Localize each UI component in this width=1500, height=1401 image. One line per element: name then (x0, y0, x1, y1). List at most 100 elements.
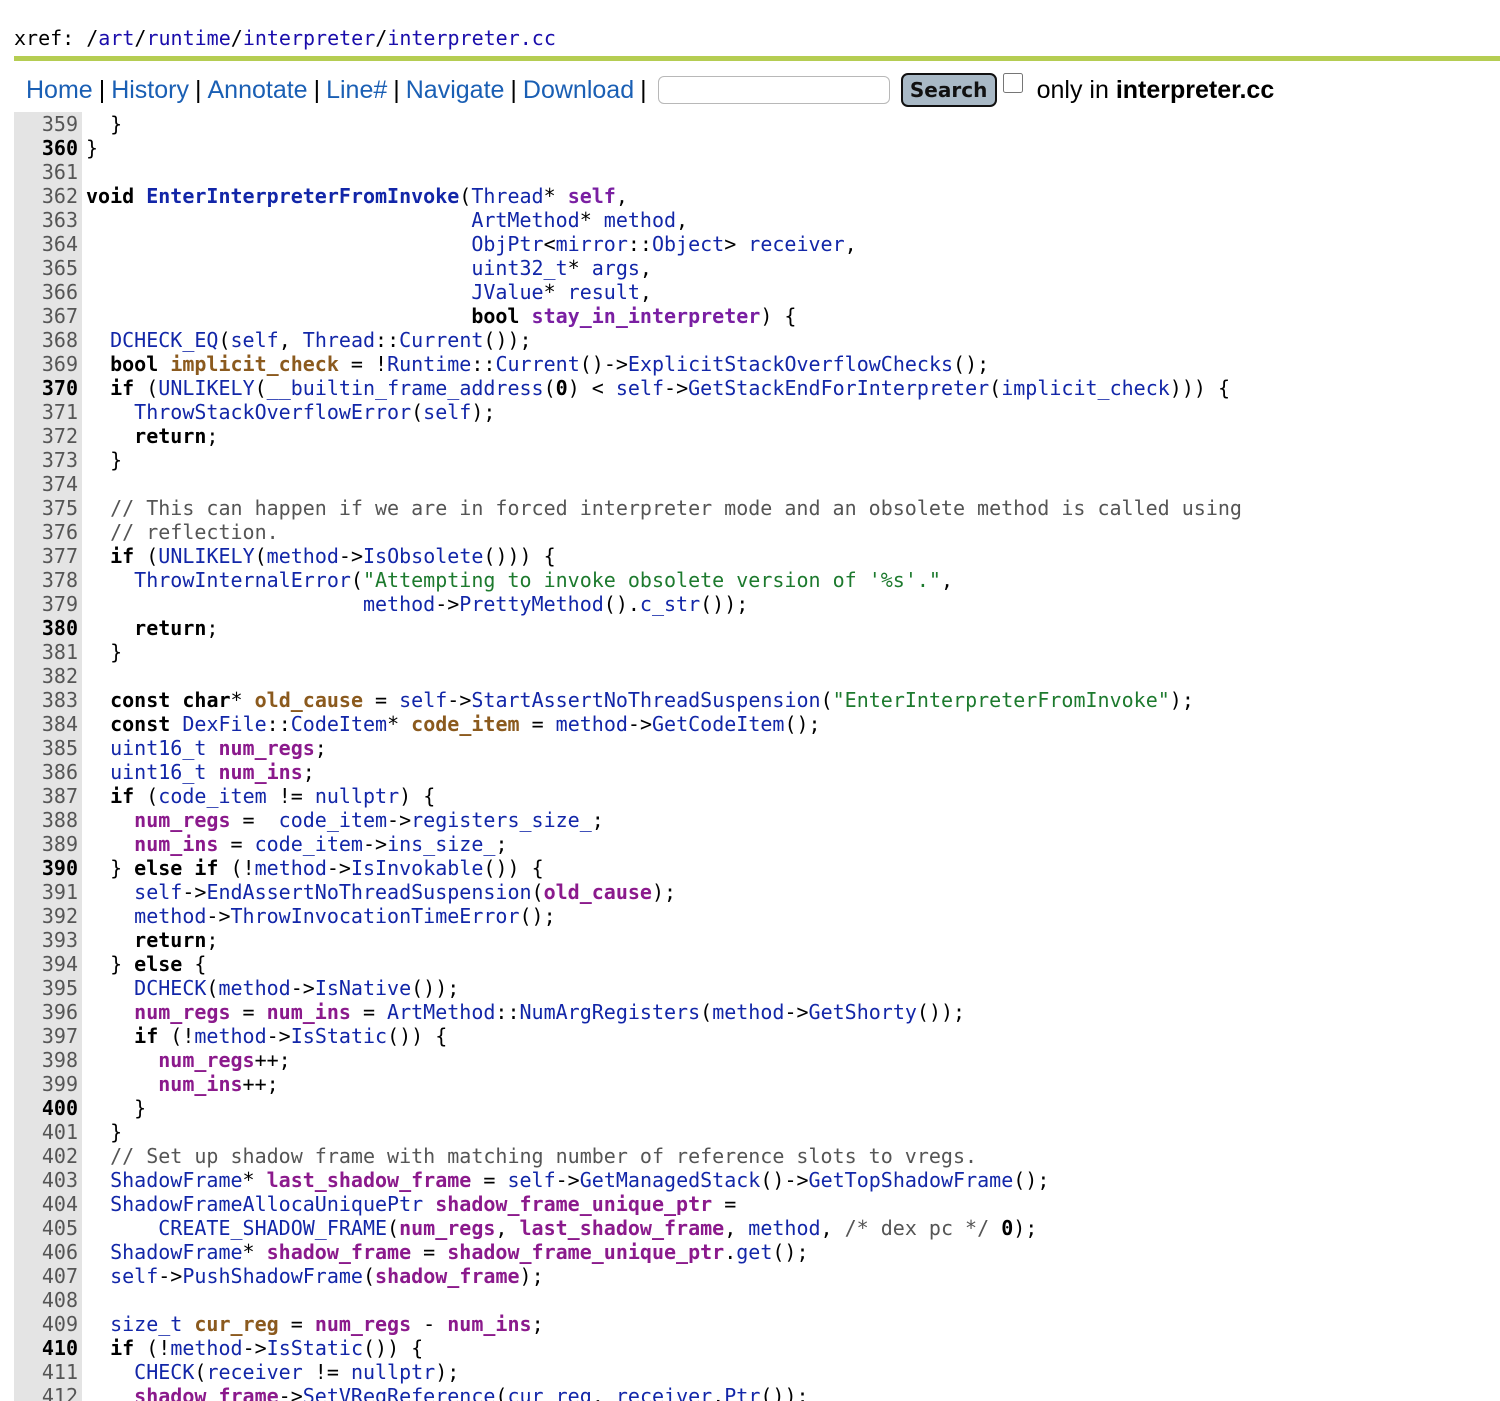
code-text: num_regs++; (158, 1048, 291, 1072)
line-number[interactable]: 387 (14, 784, 82, 808)
code-text: } (86, 448, 123, 472)
line-number[interactable]: 386 (14, 760, 82, 784)
line-number[interactable]: 383 (14, 688, 82, 712)
code-line: 388 num_regs = code_item->registers_size… (14, 808, 1500, 832)
line-number[interactable]: 369 (14, 352, 82, 376)
line-number[interactable]: 404 (14, 1192, 82, 1216)
xref-path-link[interactable]: art (98, 26, 134, 50)
code-line: 371 ThrowStackOverflowError(self); (14, 400, 1500, 424)
line-number[interactable]: 397 (14, 1024, 82, 1048)
line-number[interactable]: 366 (14, 280, 82, 304)
only-in-file-checkbox[interactable] (1002, 73, 1023, 93)
line-number[interactable]: 362 (14, 184, 82, 208)
xref-separator: / (230, 26, 243, 50)
line-number[interactable]: 407 (14, 1264, 82, 1288)
code-text: // Set up shadow frame with matching num… (110, 1144, 978, 1168)
line-number[interactable]: 403 (14, 1168, 82, 1192)
nav-separator: | (393, 75, 400, 104)
line-number[interactable]: 391 (14, 880, 82, 904)
nav-link-home[interactable]: Home (26, 76, 93, 104)
line-number[interactable]: 382 (14, 664, 82, 688)
line-number[interactable]: 411 (14, 1360, 82, 1384)
xref-path-link[interactable]: interpreter.cc (387, 26, 556, 50)
line-number[interactable]: 376 (14, 520, 82, 544)
nav-link-annotate[interactable]: Annotate (207, 76, 307, 104)
line-number[interactable]: 370 (14, 376, 82, 400)
line-number[interactable]: 363 (14, 208, 82, 232)
line-number[interactable]: 399 (14, 1072, 82, 1096)
code-line: 396 num_regs = num_ins = ArtMethod::NumA… (14, 1000, 1500, 1024)
code-text: if (UNLIKELY(__builtin_frame_address(0) … (110, 376, 1231, 400)
code-line: 400 } (14, 1096, 1500, 1120)
line-number[interactable]: 396 (14, 1000, 82, 1024)
line-number[interactable]: 381 (14, 640, 82, 664)
line-number[interactable]: 373 (14, 448, 82, 472)
code-text: } else { (86, 952, 207, 976)
line-number[interactable]: 395 (14, 976, 82, 1000)
line-number[interactable]: 390 (14, 856, 82, 880)
line-number[interactable]: 412 (14, 1384, 82, 1401)
line-number[interactable]: 410 (14, 1336, 82, 1360)
code-line: 404 ShadowFrameAllocaUniquePtr shadow_fr… (14, 1192, 1500, 1216)
line-number[interactable]: 408 (14, 1288, 82, 1312)
code-line: 385 uint16_t num_regs; (14, 736, 1500, 760)
line-number[interactable]: 368 (14, 328, 82, 352)
code-text: num_regs = code_item->registers_size_; (134, 808, 604, 832)
code-text: uint16_t num_regs; (110, 736, 327, 760)
line-number[interactable]: 398 (14, 1048, 82, 1072)
line-number[interactable]: 393 (14, 928, 82, 952)
line-number[interactable]: 374 (14, 472, 82, 496)
line-number[interactable]: 409 (14, 1312, 82, 1336)
line-number[interactable]: 394 (14, 952, 82, 976)
code-line: 365 uint32_t* args, (14, 256, 1500, 280)
code-line: 387 if (code_item != nullptr) { (14, 784, 1500, 808)
line-number[interactable]: 402 (14, 1144, 82, 1168)
xref-path-link[interactable]: runtime (146, 26, 230, 50)
line-number[interactable]: 375 (14, 496, 82, 520)
line-number[interactable]: 401 (14, 1120, 82, 1144)
code-text: } (86, 1096, 147, 1120)
code-text: ArtMethod* method, (471, 208, 689, 232)
code-text: return; (134, 424, 219, 448)
line-number[interactable]: 378 (14, 568, 82, 592)
nav-link-line[interactable]: Line# (326, 76, 387, 104)
code-line: 364 ObjPtr<mirror::Object> receiver, (14, 232, 1500, 256)
code-line: 378 ThrowInternalError("Attempting to in… (14, 568, 1500, 592)
code-line: 399 num_ins++; (14, 1072, 1500, 1096)
line-number[interactable]: 365 (14, 256, 82, 280)
search-input[interactable] (657, 76, 890, 104)
code-line: 367 bool stay_in_interpreter) { (14, 304, 1500, 328)
line-number[interactable]: 406 (14, 1240, 82, 1264)
line-number[interactable]: 360 (14, 136, 82, 160)
line-number[interactable]: 380 (14, 616, 82, 640)
line-number[interactable]: 379 (14, 592, 82, 616)
line-number[interactable]: 367 (14, 304, 82, 328)
code-text: return; (134, 928, 219, 952)
line-number[interactable]: 384 (14, 712, 82, 736)
line-number[interactable]: 372 (14, 424, 82, 448)
code-text: method->ThrowInvocationTimeError(); (134, 904, 556, 928)
line-number[interactable]: 361 (14, 160, 82, 184)
line-number[interactable]: 359 (14, 112, 82, 136)
xref-path-link[interactable]: interpreter (243, 26, 375, 50)
code-line: 401 } (14, 1120, 1500, 1144)
line-number[interactable]: 389 (14, 832, 82, 856)
code-line: 372 return; (14, 424, 1500, 448)
line-number[interactable]: 388 (14, 808, 82, 832)
code-line: 398 num_regs++; (14, 1048, 1500, 1072)
line-number[interactable]: 371 (14, 400, 82, 424)
search-button[interactable]: Search (900, 73, 997, 107)
nav-link-history[interactable]: History (111, 76, 189, 104)
line-number[interactable]: 400 (14, 1096, 82, 1120)
line-number[interactable]: 405 (14, 1216, 82, 1240)
line-number[interactable]: 377 (14, 544, 82, 568)
nav-link-download[interactable]: Download (523, 76, 634, 104)
code-text: } (86, 136, 99, 160)
code-text: const DexFile::CodeItem* code_item = met… (110, 712, 821, 736)
line-number[interactable]: 392 (14, 904, 82, 928)
line-number[interactable]: 385 (14, 736, 82, 760)
nav-link-navigate[interactable]: Navigate (406, 76, 505, 104)
line-number[interactable]: 364 (14, 232, 82, 256)
